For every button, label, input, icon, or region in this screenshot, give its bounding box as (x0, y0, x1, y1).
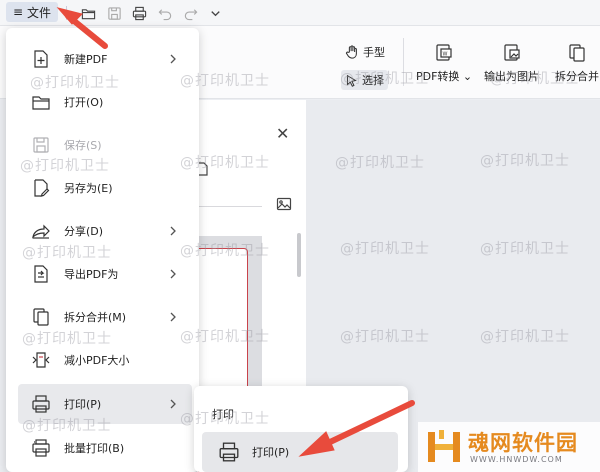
thumbnail-scrollbar[interactable] (297, 233, 301, 277)
close-icon[interactable]: ✕ (276, 124, 289, 143)
menu-item-save-as[interactable]: 另存为(E) (18, 168, 192, 208)
menu-item-save[interactable]: 保存(S) (18, 125, 192, 165)
split-merge-icon (28, 304, 54, 330)
submenu-item-label: 打印(P) (252, 446, 290, 459)
share-icon (28, 218, 54, 244)
svg-text:W: W (443, 52, 448, 58)
save-as-icon (28, 175, 54, 201)
hand-icon (345, 45, 357, 59)
print-icon[interactable] (129, 3, 149, 23)
undo-icon[interactable] (155, 3, 175, 23)
menu-item-label: 减小PDF大小 (64, 354, 130, 367)
menu-item-label: 拆分合并(M) (64, 311, 127, 324)
export-pdf-icon (28, 261, 54, 287)
menu-item-share[interactable]: 分享(D) (18, 211, 192, 251)
menu-item-label: 打印(P) (64, 398, 102, 411)
printer-icon (28, 391, 54, 417)
split-merge-label: 拆分合并 (555, 70, 599, 83)
chevron-right-icon (170, 399, 176, 409)
menu-item-export-pdf[interactable]: 导出PDF为 (18, 254, 192, 294)
file-menu-label: 文件 (27, 5, 52, 20)
chevron-right-icon (170, 54, 176, 64)
toolbar-divider (66, 6, 67, 20)
ribbon-divider (403, 38, 404, 86)
chevron-right-icon (170, 269, 176, 279)
cursor-icon (346, 74, 357, 87)
menu-item-open[interactable]: 打开(O) (18, 82, 192, 122)
file-menu-button[interactable]: ≡ 文件 (6, 2, 58, 22)
redo-icon[interactable] (180, 3, 200, 23)
hand-tool-label: 手型 (363, 46, 385, 59)
menu-item-label: 新建PDF (64, 53, 108, 66)
menu-item-label: 另存为(E) (64, 182, 113, 195)
export-image-label: 输出为图片 (484, 70, 539, 83)
submenu-title: 打印 (212, 408, 234, 421)
split-merge-button[interactable]: 拆分合并 (555, 43, 599, 84)
hand-tool-button[interactable]: 手型 (345, 44, 385, 60)
save-icon[interactable] (104, 3, 124, 23)
export-image-icon (503, 44, 520, 61)
logo-mark-icon (428, 430, 460, 462)
batch-print-icon (28, 435, 54, 461)
quick-toolbar: ≡ 文件 (0, 0, 600, 26)
submenu-item-print[interactable]: 打印(P) (202, 432, 398, 472)
site-logo: 魂网软件园 WWW.HNWDW.COM (418, 422, 600, 472)
menu-item-label: 分享(D) (64, 225, 104, 238)
open-folder-icon[interactable] (78, 3, 98, 23)
select-tool-button[interactable]: 选择 (341, 70, 388, 90)
image-icon[interactable] (276, 196, 292, 212)
hamburger-icon: ≡ (12, 5, 24, 19)
pdf-convert-button[interactable]: W PDF转换 ⌄ (416, 43, 472, 84)
menu-item-label: 打开(O) (64, 96, 104, 109)
print-submenu: 打印 打印(P) (194, 386, 408, 472)
select-tool-label: 选择 (362, 74, 384, 87)
export-image-button[interactable]: 输出为图片 (484, 43, 539, 84)
logo-text: 魂网软件园 (468, 431, 578, 455)
menu-item-label: 导出PDF为 (64, 268, 119, 281)
menu-item-batch-print[interactable]: 批量打印(B) (18, 428, 192, 468)
chevron-down-icon[interactable] (205, 3, 225, 23)
chevron-right-icon (170, 226, 176, 236)
folder-open-icon (28, 89, 54, 115)
printer-icon (219, 442, 239, 462)
pdf-convert-icon: W (436, 44, 452, 61)
menu-item-label: 保存(S) (64, 139, 102, 152)
menu-item-new-pdf[interactable]: 新建PDF (18, 39, 192, 79)
menu-item-label: 批量打印(B) (64, 442, 125, 455)
chevron-right-icon (170, 312, 176, 322)
page-icon[interactable] (198, 160, 208, 176)
pdf-convert-label: PDF转换 ⌄ (416, 70, 473, 83)
menu-item-compress-pdf[interactable]: 减小PDF大小 (18, 340, 192, 380)
compress-pdf-icon (28, 347, 54, 373)
menu-item-split-merge[interactable]: 拆分合并(M) (18, 297, 192, 337)
logo-url: WWW.HNWDW.COM (470, 455, 563, 464)
menu-item-print[interactable]: 打印(P) (18, 384, 192, 424)
divider (198, 206, 262, 207)
save-icon (28, 132, 54, 158)
new-pdf-icon (28, 46, 54, 72)
file-menu: 新建PDF 打开(O) 保存(S) 另存为(E) 分享(D) 导出PDF为 拆分… (6, 28, 199, 472)
split-merge-icon (569, 44, 585, 62)
